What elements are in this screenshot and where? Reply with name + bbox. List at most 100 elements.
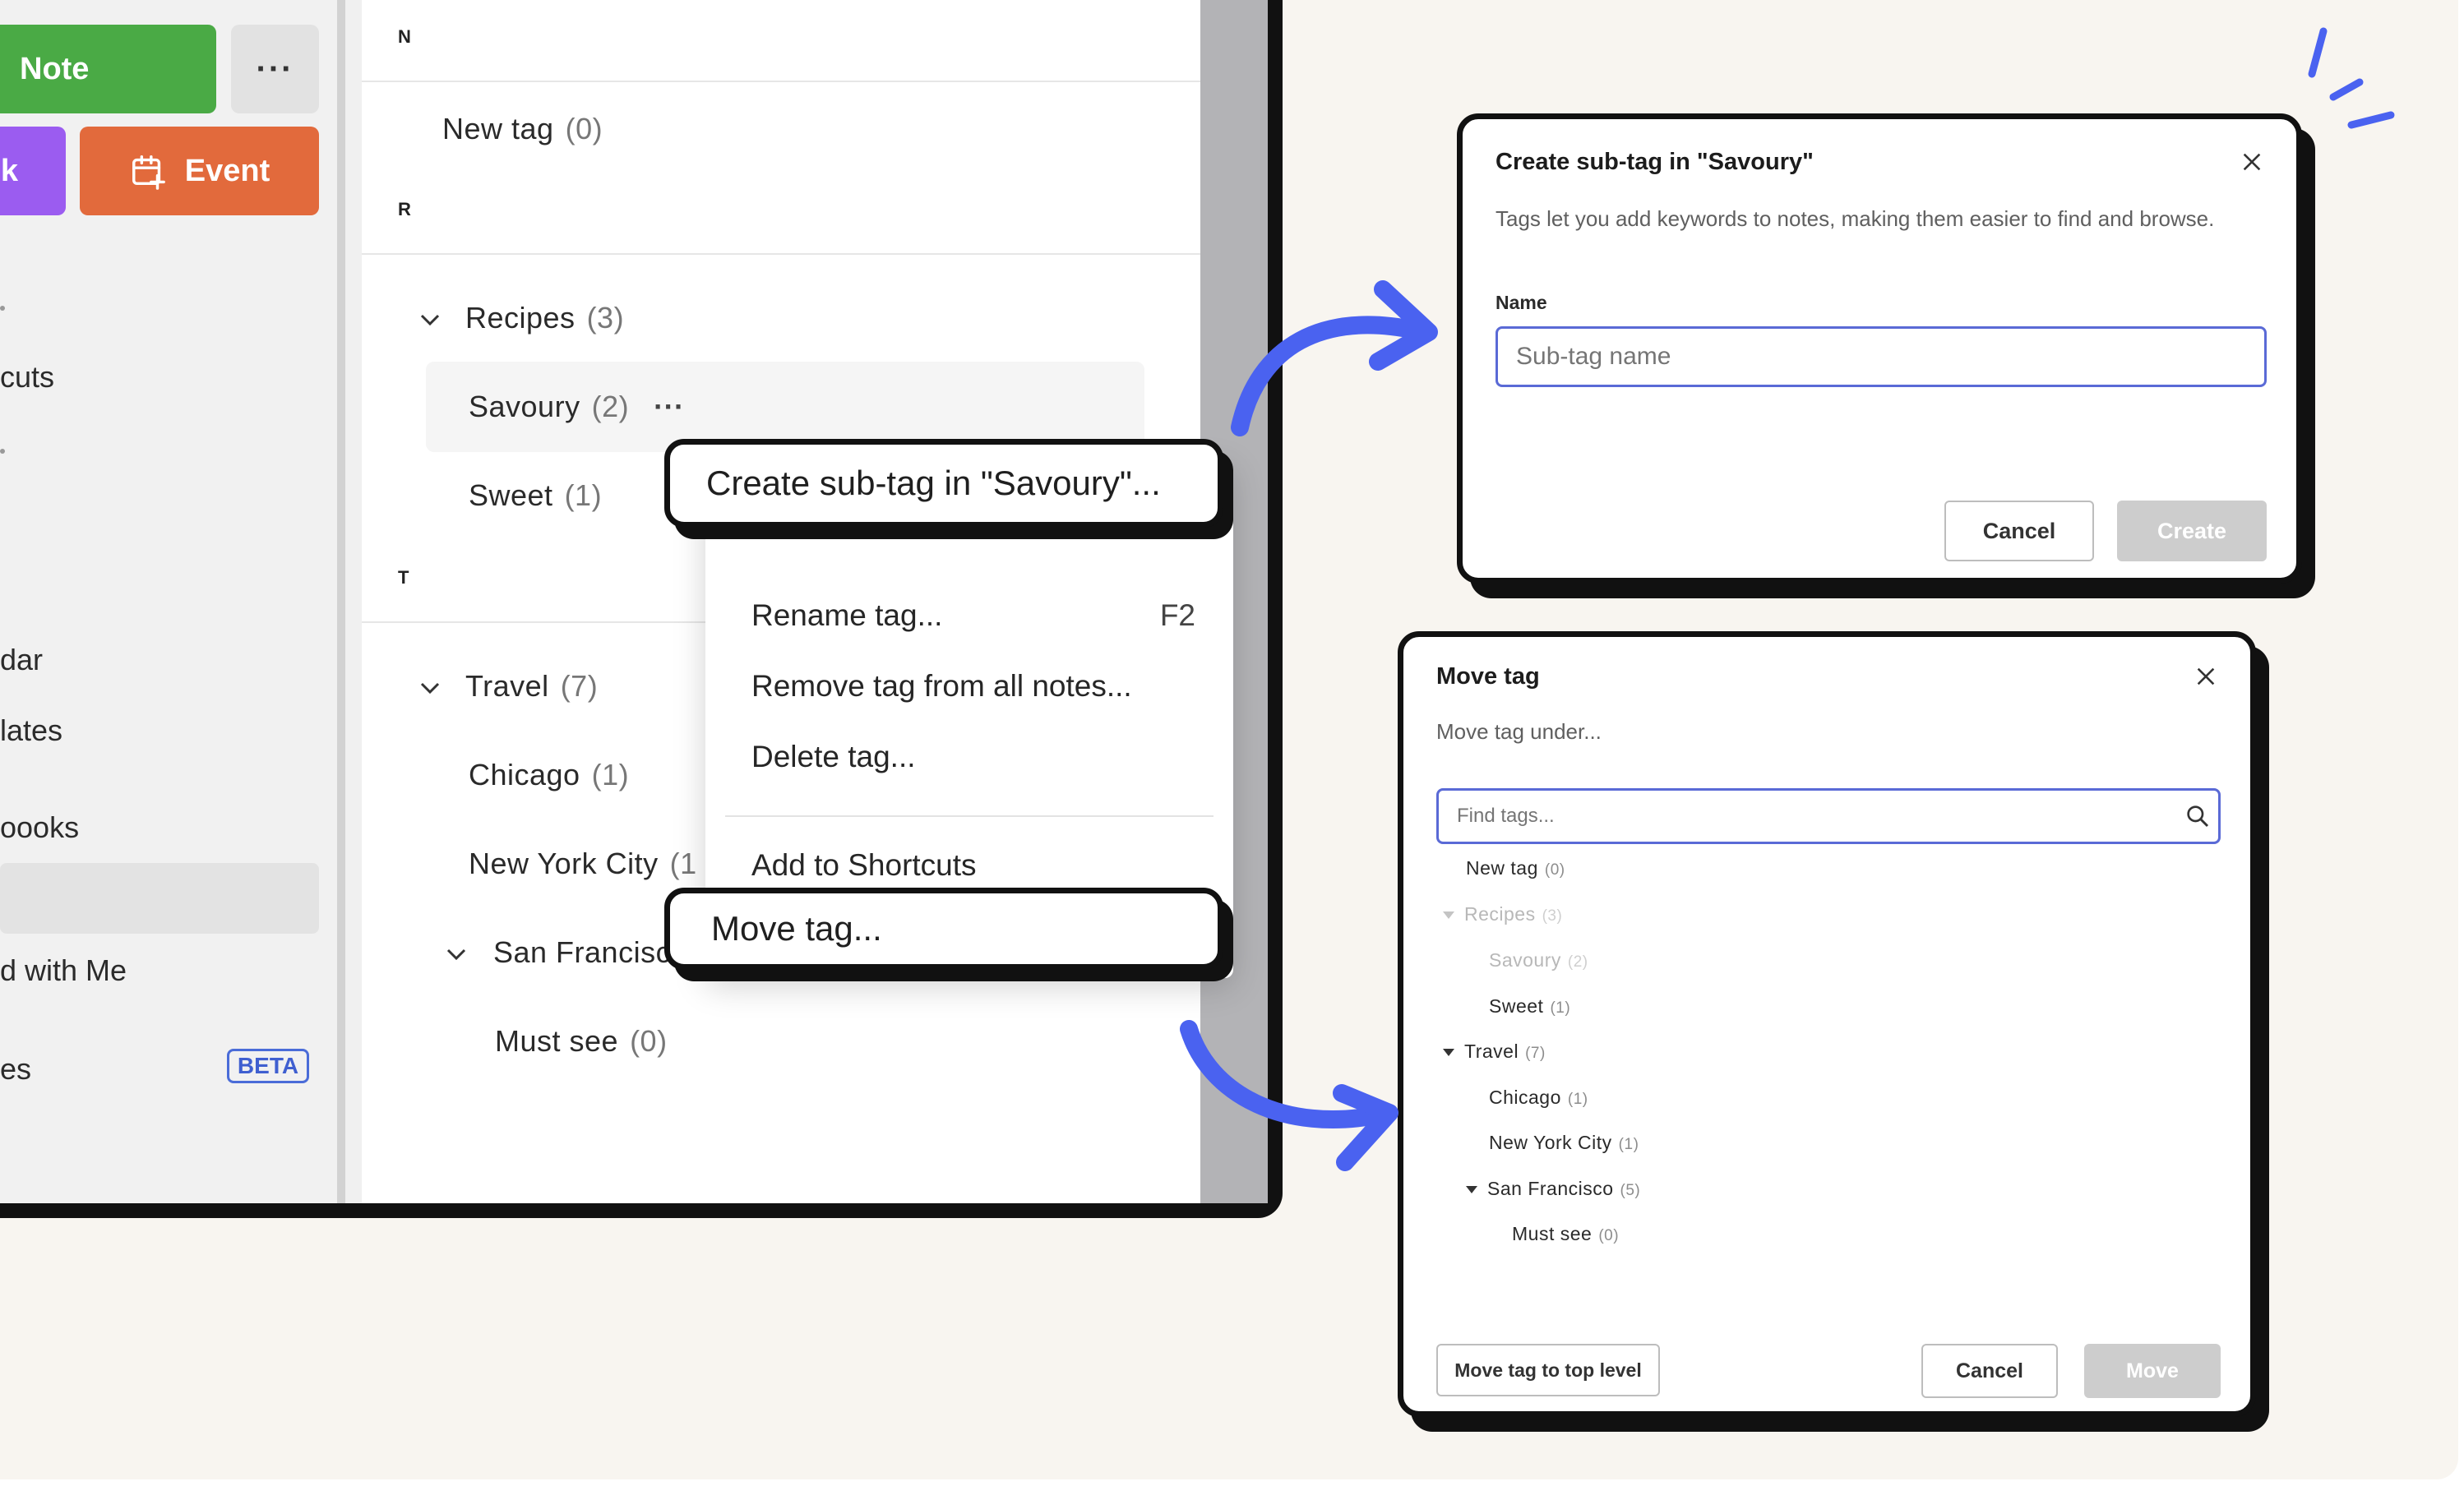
- tree-item-count: (3): [1542, 907, 1563, 925]
- tag-row-new-tag[interactable]: New tag (0): [442, 112, 603, 146]
- tag-count: (0): [630, 1024, 668, 1058]
- new-task-button[interactable]: k: [0, 127, 66, 215]
- sidebar-item-spaces[interactable]: es: [0, 1052, 31, 1087]
- app-window: Note ··· k Event cuts dar lates oooks d …: [0, 0, 1283, 1218]
- calendar-add-icon: [132, 155, 165, 190]
- sidebar-item-templates[interactable]: lates: [0, 713, 62, 748]
- row-more-icon[interactable]: ···: [654, 390, 684, 423]
- dialog-title: Create sub-tag in "Savoury": [1496, 149, 1814, 175]
- menu-item-move-tag[interactable]: Move tag...: [664, 888, 1223, 970]
- tree-item-name: Must see: [1512, 1223, 1593, 1244]
- sparkle-icon: [2308, 27, 2395, 129]
- more-options-button[interactable]: ···: [231, 25, 319, 113]
- tree-item-count: (5): [1620, 1182, 1641, 1199]
- tag-name: Sweet: [469, 478, 553, 512]
- chevron-down-icon[interactable]: [418, 307, 442, 332]
- tag-name: Recipes: [465, 301, 576, 335]
- create-subtag-dialog: Create sub-tag in "Savoury" Tags let you…: [1457, 113, 2302, 584]
- tree-item-count: (0): [1598, 1227, 1620, 1244]
- menu-item-label: Delete tag...: [751, 740, 916, 773]
- tree-item-name: Recipes: [1464, 903, 1536, 925]
- dialog-title: Move tag: [1436, 663, 1540, 690]
- close-icon[interactable]: [2240, 150, 2263, 173]
- subtag-name-input[interactable]: [1496, 326, 2267, 387]
- tree-item-chicago[interactable]: Chicago (1): [1489, 1087, 1588, 1109]
- shortcut-f2: F2: [1159, 598, 1195, 632]
- tag-count: (1: [669, 847, 697, 880]
- move-to-top-level-button[interactable]: Move tag to top level: [1436, 1344, 1660, 1396]
- tag-count: (0): [565, 112, 603, 145]
- tree-item-name: Sweet: [1489, 995, 1544, 1017]
- new-note-button[interactable]: Note: [0, 25, 216, 113]
- menu-item-rename[interactable]: Rename tag...: [751, 598, 942, 633]
- name-label: Name: [1496, 292, 1547, 313]
- tag-row-san-francisco[interactable]: San Francisc: [493, 935, 671, 970]
- tag-row-recipes[interactable]: Recipes (3): [465, 301, 624, 335]
- tag-row-chicago[interactable]: Chicago (1): [469, 758, 629, 792]
- tree-item-must-see[interactable]: Must see (0): [1512, 1223, 1619, 1245]
- tag-name: Travel: [465, 669, 549, 703]
- tree-item-name: Savoury: [1489, 949, 1561, 971]
- caret-down-icon[interactable]: [1466, 1186, 1477, 1194]
- menu-item-delete[interactable]: Delete tag...: [751, 740, 916, 774]
- tag-row-sweet[interactable]: Sweet (1): [469, 478, 602, 513]
- dialog-subtitle: Move tag under...: [1436, 719, 1602, 744]
- section-letter-n: N: [398, 26, 411, 47]
- sidebar-item-shared-with-me[interactable]: d with Me: [0, 953, 127, 988]
- tree-item-san-francisco[interactable]: San Francisco (5): [1466, 1178, 1640, 1200]
- tag-name: New tag: [442, 112, 554, 145]
- tree-item-count: (1): [1618, 1136, 1639, 1153]
- caret-down-icon[interactable]: [1443, 1049, 1454, 1057]
- sidebar: Note ··· k Event cuts dar lates oooks d …: [0, 0, 345, 1203]
- menu-item-create-subtag[interactable]: Create sub-tag in "Savoury"...: [664, 439, 1223, 528]
- sidebar-item-calendar[interactable]: dar: [0, 643, 43, 677]
- move-tag-dialog: Move tag Move tag under... New tag (0) Re…: [1398, 631, 2256, 1417]
- new-task-label: k: [0, 153, 18, 188]
- new-event-label: Event: [184, 153, 270, 188]
- sidebar-item-tags-active[interactable]: [0, 863, 319, 934]
- menu-item-label: Add to Shortcuts: [751, 848, 977, 882]
- new-note-label: Note: [20, 51, 90, 86]
- search-icon: [2187, 805, 2209, 828]
- menu-item-label: Remove tag from all notes...: [751, 669, 1132, 703]
- create-button[interactable]: Create: [2117, 501, 2267, 561]
- tree-item-name: New tag: [1466, 857, 1538, 879]
- tag-row-must-see[interactable]: Must see (0): [495, 1024, 668, 1059]
- tree-item-sweet[interactable]: Sweet (1): [1489, 995, 1570, 1018]
- tree-item-recipes: Recipes (3): [1443, 903, 1562, 925]
- tree-item-count: (0): [1544, 861, 1565, 879]
- menu-item-add-to-shortcuts[interactable]: Add to Shortcuts: [751, 848, 977, 883]
- tree-item-new-tag[interactable]: New tag (0): [1466, 857, 1565, 879]
- find-tags-input[interactable]: [1436, 788, 2221, 844]
- tag-row-new-york-city[interactable]: New York City (1: [469, 847, 697, 881]
- tag-row-travel[interactable]: Travel (7): [465, 669, 598, 704]
- tree-item-new-york-city[interactable]: New York City (1): [1489, 1132, 1639, 1154]
- menu-item-remove-from-notes[interactable]: Remove tag from all notes...: [751, 669, 1132, 704]
- new-event-button[interactable]: Event: [80, 127, 319, 215]
- tree-item-name: New York City: [1489, 1132, 1612, 1153]
- tag-name: Chicago: [469, 758, 580, 791]
- chevron-down-icon[interactable]: [418, 676, 442, 700]
- move-button[interactable]: Move: [2084, 1344, 2221, 1398]
- menu-item-label: Rename tag...: [751, 598, 943, 632]
- more-icon: ···: [256, 50, 294, 87]
- tree-item-travel[interactable]: Travel (7): [1443, 1041, 1546, 1063]
- section-letter-r: R: [398, 199, 411, 219]
- sidebar-item-notebooks[interactable]: oooks: [0, 810, 79, 845]
- section-letter-t: T: [398, 567, 409, 588]
- tag-count: (3): [586, 301, 625, 335]
- tag-count: (1): [564, 478, 603, 512]
- cancel-button[interactable]: Cancel: [1944, 501, 2094, 561]
- sidebar-dot: [0, 449, 5, 454]
- dialog-description: Tags let you add keywords to notes, maki…: [1496, 206, 2215, 231]
- tree-item-name: Travel: [1464, 1041, 1519, 1062]
- tag-name: San Francisc: [493, 935, 672, 969]
- cancel-button[interactable]: Cancel: [1921, 1344, 2058, 1398]
- sidebar-item-shortcuts[interactable]: cuts: [0, 360, 54, 395]
- menu-divider: [725, 815, 1214, 817]
- tree-item-name: Chicago: [1489, 1087, 1561, 1108]
- chevron-down-icon[interactable]: [444, 942, 469, 967]
- close-icon[interactable]: [2194, 665, 2217, 688]
- tag-row-savoury[interactable]: Savoury (2) ···: [469, 390, 685, 424]
- menu-item-label: Create sub-tag in "Savoury"...: [706, 464, 1161, 502]
